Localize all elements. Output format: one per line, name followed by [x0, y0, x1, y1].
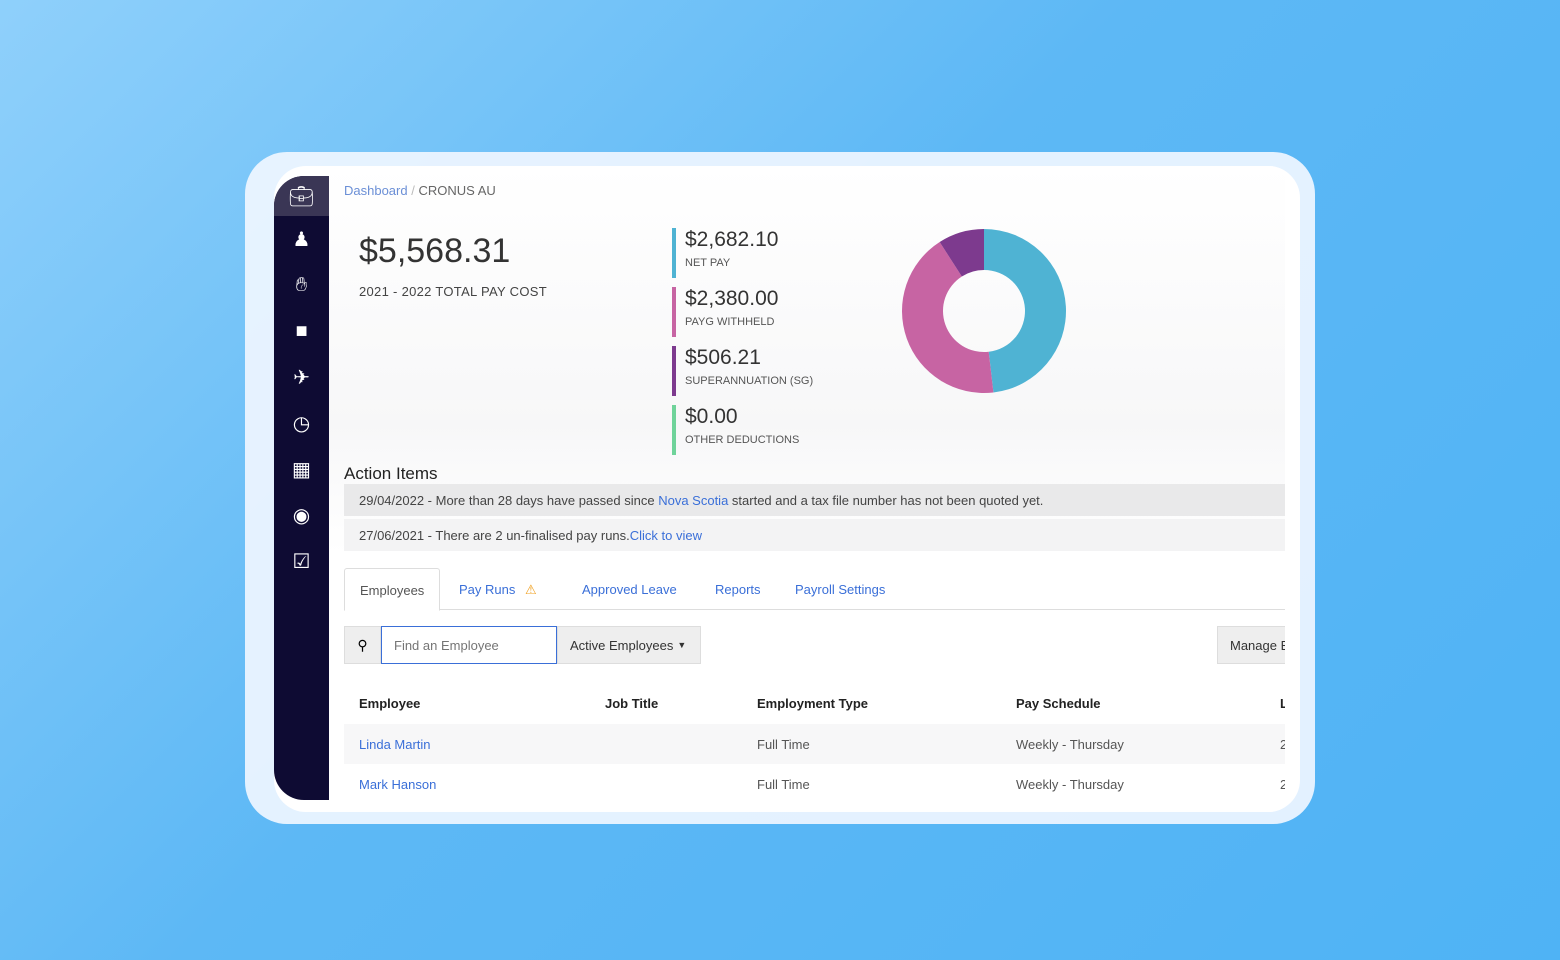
- sidebar-item-timesheets[interactable]: ◷: [274, 400, 329, 446]
- breadcrumb-separator: /: [411, 183, 415, 198]
- employee-search: ⚲ Active Employees▼: [344, 626, 701, 664]
- briefcase-icon: 💼︎: [288, 185, 315, 208]
- action-item: 27/06/2021 - There are 2 un-finalised pa…: [344, 519, 1285, 551]
- employee-name-link[interactable]: Mark Hanson: [359, 777, 436, 792]
- folder-icon: ■: [295, 319, 308, 342]
- action-item-text: 29/04/2022 - More than 28 days have pass…: [359, 493, 659, 508]
- employee-name-link[interactable]: Linda Martin: [359, 737, 431, 752]
- stat-label: NET PAY: [685, 257, 731, 269]
- tab-payroll-settings[interactable]: Payroll Settings: [780, 568, 900, 611]
- plane-icon: ✈︎: [293, 366, 310, 389]
- sidebar-item-dashboard[interactable]: 💼︎: [274, 176, 329, 216]
- sidebar-item-tasks[interactable]: ☑: [274, 538, 329, 584]
- stat-value: $2,682.10: [685, 228, 779, 251]
- stat-label: OTHER DEDUCTIONS: [685, 434, 800, 446]
- sidebar-item-payments[interactable]: ◉: [274, 492, 329, 538]
- total-pay-cost-label: 2021 - 2022 TOTAL PAY COST: [359, 284, 547, 299]
- filter-label: Active Employees: [570, 637, 674, 653]
- employee-filter-dropdown[interactable]: Active Employees ▼: [557, 626, 701, 664]
- column-header[interactable]: Employee: [359, 696, 420, 711]
- action-item: 29/04/2022 - More than 28 days have pass…: [344, 484, 1285, 516]
- sidebar-item-employees[interactable]: ♟: [274, 216, 329, 262]
- column-header[interactable]: Employment Type: [757, 696, 868, 711]
- caret-down-icon: ▼: [677, 640, 687, 650]
- table-cell: Weekly - Thursday: [1016, 737, 1124, 752]
- table-cell: 27: [1280, 777, 1285, 792]
- users-icon: ♟: [292, 228, 311, 251]
- pay-breakdown-donut: [902, 229, 1066, 393]
- coins-icon: ◉: [292, 504, 311, 527]
- donut-slice-0: [984, 229, 1066, 393]
- column-header[interactable]: Job Title: [605, 696, 658, 711]
- search-input[interactable]: [381, 626, 557, 664]
- calendar-icon: ▦: [292, 458, 311, 481]
- tab-employees[interactable]: Employees: [344, 568, 441, 611]
- column-header[interactable]: Pay Schedule: [1016, 696, 1101, 711]
- stat-label: PAYG WITHHELD: [685, 316, 775, 328]
- search-button[interactable]: ⚲: [344, 626, 381, 664]
- table-row: Linda Martin Full Time Weekly - Thursday 27…: [344, 724, 1285, 764]
- stat-value: $2,380.00: [685, 287, 779, 310]
- breadcrumb-current: CRONUS AU: [418, 183, 496, 198]
- stat-0: $2,682.10 NET PAY: [672, 228, 778, 278]
- employee-link[interactable]: Nova Scotia: [658, 493, 728, 508]
- sidebar-item-leave[interactable]: ✈︎: [274, 354, 329, 400]
- table-row: Mark Hanson Full Time Weekly - Thursday 27: [344, 764, 1285, 804]
- click-to-view-link[interactable]: Click to view: [630, 528, 702, 543]
- app-window: 💼︎ ♟ ✋︎ ■ ✈︎ ◷ ▦ ◉ ☑ Dashboard / CRONUS …: [274, 166, 1300, 812]
- sidebar: 💼︎ ♟ ✋︎ ■ ✈︎ ◷ ▦ ◉ ☑: [274, 176, 329, 800]
- main-content: Dashboard / CRONUS AU $5,568.31 2021 - 2…: [329, 166, 1285, 812]
- clipboard-check-icon: ☑: [292, 550, 311, 573]
- sidebar-item-pay[interactable]: ✋︎: [274, 262, 329, 308]
- action-item-text: 27/06/2021 - There are 2 un-finalised pa…: [359, 528, 630, 543]
- tab-approved-leave[interactable]: Approved Leave: [567, 568, 692, 611]
- stat-3: $0.00 OTHER DEDUCTIONS: [672, 405, 799, 455]
- tab-bar: Employees Pay Runs ⚠ Approved Leave Repo…: [344, 568, 1285, 611]
- manage-button[interactable]: Manage E: [1217, 626, 1285, 664]
- table-cell: Full Time: [757, 777, 810, 792]
- clock-icon: ◷: [292, 412, 311, 435]
- total-pay-cost: $5,568.31: [359, 232, 511, 270]
- stat-2: $506.21 SUPERANNUATION (SG): [672, 346, 813, 396]
- sidebar-item-documents[interactable]: ■: [274, 308, 329, 354]
- stat-value: $506.21: [685, 346, 761, 369]
- warning-icon: ⚠: [525, 582, 537, 597]
- search-icon: ⚲: [357, 636, 368, 653]
- stat-label: SUPERANNUATION (SG): [685, 375, 814, 387]
- breadcrumb: Dashboard / CRONUS AU: [344, 183, 496, 198]
- stat-1: $2,380.00 PAYG WITHHELD: [672, 287, 778, 337]
- tab-pay-runs[interactable]: Pay Runs ⚠: [444, 568, 552, 611]
- sidebar-item-calendar[interactable]: ▦: [274, 446, 329, 492]
- stat-value: $0.00: [685, 405, 738, 428]
- column-header[interactable]: Las: [1280, 696, 1285, 711]
- breadcrumb-dashboard-link[interactable]: Dashboard: [344, 183, 408, 198]
- tab-label: Pay Runs: [459, 582, 516, 597]
- table-cell: Full Time: [757, 737, 810, 752]
- hand-money-icon: ✋︎: [295, 273, 308, 296]
- table-cell: Weekly - Thursday: [1016, 777, 1124, 792]
- tab-reports[interactable]: Reports: [700, 568, 776, 611]
- table-cell: 27/: [1280, 737, 1285, 752]
- action-items-title: Action Items: [344, 464, 438, 483]
- action-item-text: started and a tax file number has not be…: [728, 493, 1044, 508]
